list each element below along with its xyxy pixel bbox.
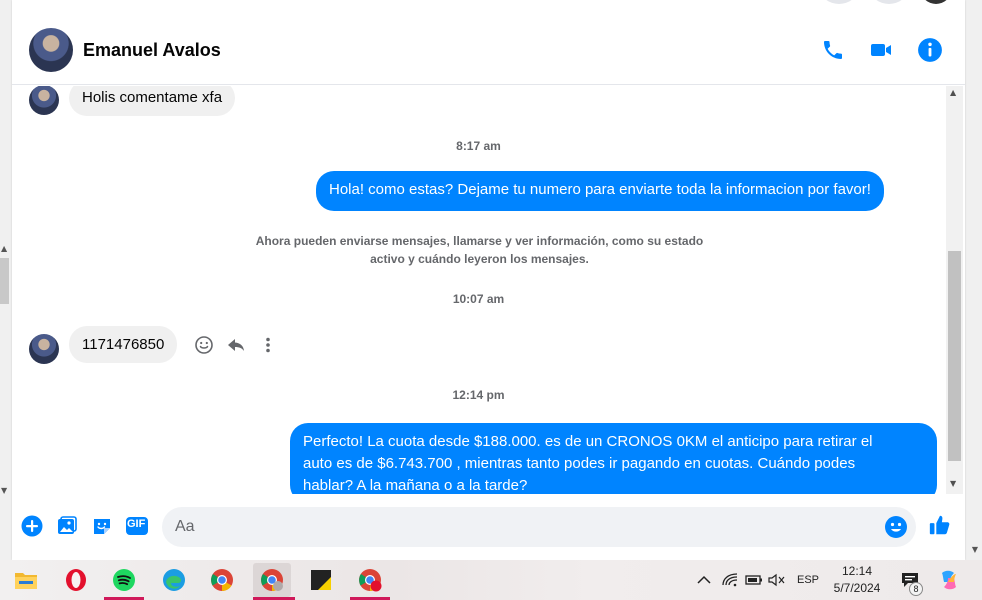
battery-icon[interactable]: [745, 560, 763, 600]
sticky-notes-icon[interactable]: [307, 566, 335, 594]
tray-overflow-icon[interactable]: [697, 560, 711, 600]
volume-muted-icon[interactable]: [768, 560, 786, 600]
screen: ▲ ▼ ▼ Emanuel Avalos Holis comentame xfa…: [0, 0, 982, 600]
spotify-icon[interactable]: [110, 566, 138, 594]
scroll-down-icon[interactable]: ▼: [950, 479, 956, 488]
outgoing-message[interactable]: Hola! como estas? Dejame tu numero para …: [316, 171, 884, 211]
like-thumbs-up-icon[interactable]: [928, 513, 952, 537]
language-indicator[interactable]: ESP: [797, 560, 819, 600]
chrome-profile-icon[interactable]: [253, 563, 291, 597]
file-explorer-icon[interactable]: [12, 566, 40, 594]
top-toolbar: [821, 0, 951, 4]
emoji-icon[interactable]: [884, 515, 908, 539]
clock-date: 5/7/2024: [833, 581, 881, 595]
video-call-icon[interactable]: [867, 36, 895, 64]
react-emoji-icon[interactable]: [194, 335, 214, 355]
os-taskbar: ESP 12:14 5/7/2024 8: [0, 560, 982, 600]
messages-scrollbar[interactable]: ▲ ▼: [946, 86, 963, 494]
page-left-scroll-thumb[interactable]: [0, 258, 9, 304]
contact-avatar-small[interactable]: [29, 334, 59, 364]
chrome-icon-2[interactable]: [356, 566, 384, 594]
message-timestamp: 12:14 pm: [452, 388, 505, 402]
chat-header: Emanuel Avalos: [12, 14, 965, 85]
menu-icon[interactable]: [821, 0, 857, 4]
system-notice-line: activo y cuándo leyeron los mensajes.: [370, 252, 589, 266]
contact-avatar[interactable]: [29, 28, 73, 72]
profile-avatar[interactable]: [921, 0, 951, 4]
chrome-icon[interactable]: [208, 566, 236, 594]
page-left-scroll-down-icon[interactable]: ▼: [1, 486, 7, 495]
info-icon[interactable]: [916, 36, 944, 64]
photo-gallery-icon[interactable]: [55, 514, 79, 538]
system-notice: Ahora pueden enviarse mensajes, llamarse…: [212, 232, 747, 268]
incoming-message[interactable]: Holis comentame xfa: [69, 86, 236, 116]
message-line: Perfecto! La cuota desde $188.000. es de…: [303, 433, 873, 450]
gif-label: GIF: [127, 518, 146, 530]
incoming-message[interactable]: 1171476850: [69, 326, 178, 363]
messenger-icon[interactable]: [871, 0, 907, 4]
add-plus-icon[interactable]: [20, 514, 44, 538]
clock-time: 12:14: [841, 564, 873, 578]
message-input-placeholder: Aa: [175, 518, 195, 535]
phone-call-icon[interactable]: [819, 36, 847, 64]
message-timestamp: 8:17 am: [456, 139, 501, 153]
wifi-icon[interactable]: [722, 560, 738, 600]
reply-icon[interactable]: [226, 335, 246, 355]
page-right-scrollbar[interactable]: [965, 0, 982, 560]
message-timestamp: 10:07 am: [452, 292, 505, 306]
opera-browser-icon[interactable]: [62, 566, 90, 594]
page-left-scroll-up-icon[interactable]: ▲: [1, 244, 7, 253]
notification-badge: 8: [909, 582, 923, 596]
scroll-thumb[interactable]: [948, 251, 961, 461]
edge-browser-icon[interactable]: [160, 566, 188, 594]
clock[interactable]: 12:14 5/7/2024: [826, 563, 888, 597]
system-notice-line: Ahora pueden enviarse mensajes, llamarse…: [255, 234, 704, 248]
message-line: hablar? A la mañana o a la tarde?: [303, 477, 528, 494]
sticker-icon[interactable]: [90, 514, 114, 538]
contact-avatar-small[interactable]: [29, 86, 59, 115]
message-input[interactable]: Aa: [162, 507, 916, 547]
more-options-icon[interactable]: [258, 335, 278, 355]
contact-name[interactable]: Emanuel Avalos: [83, 40, 221, 61]
message-actions: [194, 335, 278, 355]
gif-icon[interactable]: GIF: [124, 514, 150, 538]
page-right-scroll-down-icon[interactable]: ▼: [972, 545, 978, 554]
scroll-up-icon[interactable]: ▲: [950, 88, 956, 97]
message-composer: GIF Aa: [12, 500, 965, 554]
outgoing-message[interactable]: Perfecto! La cuota desde $188.000. es de…: [290, 423, 937, 494]
message-line: auto es de $6.743.700 , mientras tanto p…: [303, 455, 856, 472]
notifications-icon[interactable]: 8: [900, 560, 923, 600]
copilot-icon[interactable]: [938, 560, 960, 600]
chat-window: Emanuel Avalos Holis comentame xfa 8:17 …: [12, 0, 965, 560]
message-list[interactable]: Holis comentame xfa 8:17 am Hola! como e…: [12, 86, 945, 494]
